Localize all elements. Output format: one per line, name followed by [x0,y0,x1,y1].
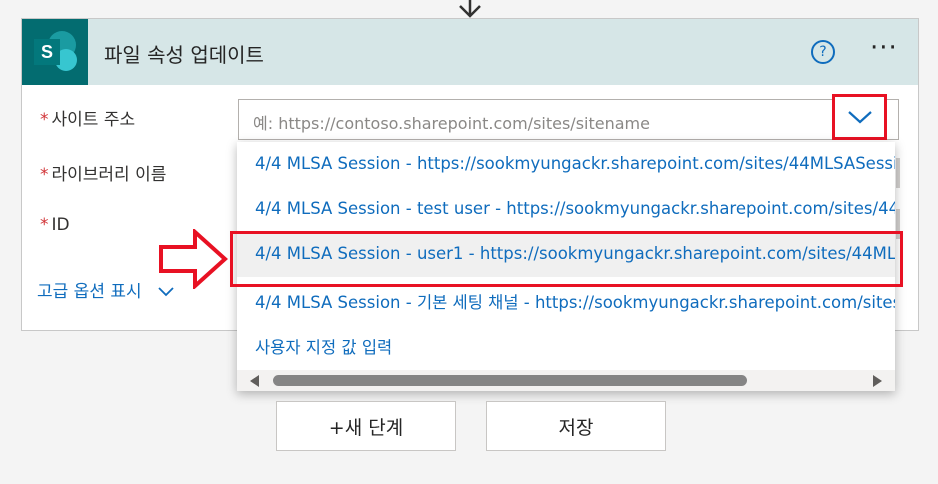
id-label: * ID [40,215,70,235]
advanced-options-label: 고급 옵션 표시 [37,282,142,302]
library-input-edge [896,158,900,188]
action-title: 파일 속성 업데이트 [104,43,264,67]
save-button[interactable]: 저장 [486,401,666,451]
chevron-down-icon [847,111,872,124]
pointer-arrow-icon [159,229,228,289]
sharepoint-logo-letter: S [34,39,60,65]
scroll-left-icon[interactable] [250,375,259,387]
more-options-icon[interactable]: ··· [870,33,898,63]
site-address-label: * 사이트 주소 [40,105,135,130]
dropdown-option[interactable]: 4/4 MLSA Session - 기본 세팅 채널 - https://so… [237,277,895,322]
required-mark: * [40,110,49,130]
required-mark: * [40,215,49,235]
library-name-label-text: 라이브러리 이름 [51,165,167,185]
site-address-label-text: 사이트 주소 [51,110,136,130]
dropdown-option-selected[interactable]: 4/4 MLSA Session - user1 - https://sookm… [237,232,895,277]
scrollbar-thumb[interactable] [273,375,747,386]
site-dropdown-list[interactable]: 4/4 MLSA Session - https://sookmyungackr… [237,142,895,391]
flow-connector-arrow-icon [459,0,481,18]
library-name-label: * 라이브러리 이름 [40,160,166,185]
required-mark: * [40,165,49,185]
sharepoint-logo-icon: S [22,19,88,85]
action-card-header[interactable]: S 파일 속성 업데이트 ? ··· [22,19,918,85]
site-address-input[interactable]: 예: https://contoso.sharepoint.com/sites/… [238,99,899,140]
id-input-edge [896,209,900,239]
site-dropdown-toggle[interactable] [832,94,887,140]
id-label-text: ID [51,215,70,235]
custom-value-option[interactable]: 사용자 지정 값 입력 [237,322,895,367]
dropdown-option[interactable]: 4/4 MLSA Session - test user - https://s… [237,187,895,232]
horizontal-scrollbar[interactable] [237,370,895,391]
dropdown-option[interactable]: 4/4 MLSA Session - https://sookmyungackr… [237,142,895,187]
new-step-button[interactable]: +새 단계 [276,401,456,451]
show-advanced-options-link[interactable]: 고급 옵션 표시 [37,277,175,302]
help-icon[interactable]: ? [811,40,835,64]
scroll-right-icon[interactable] [873,375,882,387]
